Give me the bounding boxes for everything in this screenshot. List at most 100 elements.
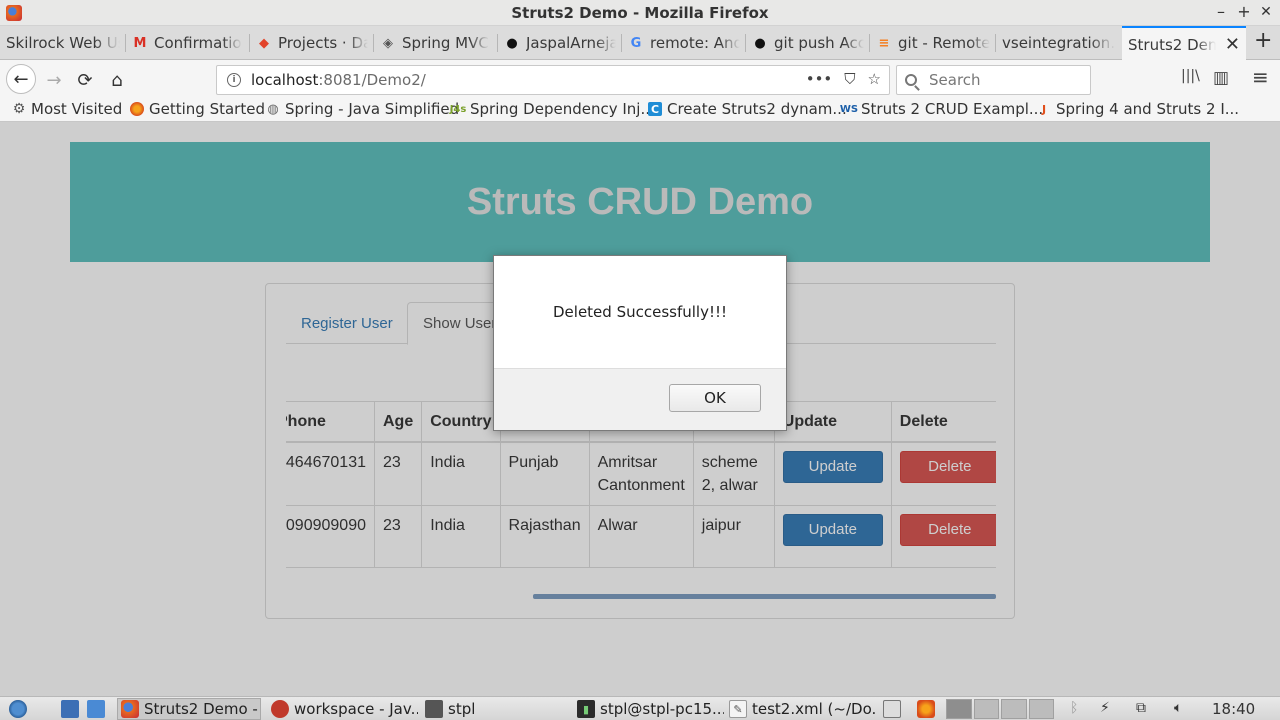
- workspace-3[interactable]: [1001, 699, 1027, 719]
- url-bar[interactable]: i localhost:8081/Demo2/ ••• ⛉ ☆: [216, 65, 890, 95]
- power-icon[interactable]: ⚡: [1100, 700, 1110, 716]
- gear-icon: ⚙: [12, 101, 26, 117]
- bookmark-star-icon[interactable]: ☆: [868, 70, 881, 88]
- google-icon: G: [630, 35, 642, 51]
- url-path: :8081/Demo2/: [318, 71, 426, 89]
- taskbar-window-list[interactable]: [880, 698, 904, 720]
- workspace-pager[interactable]: [946, 699, 1054, 719]
- taskbar-item-label: workspace - Jav...: [294, 700, 418, 718]
- sidebar-icon[interactable]: ▥: [1213, 68, 1229, 88]
- menu-icon[interactable]: ≡: [1252, 65, 1269, 89]
- firefox-icon: [121, 700, 139, 718]
- eclipse-icon: [271, 700, 289, 718]
- taskbar-item-eclipse[interactable]: workspace - Jav...: [268, 698, 418, 720]
- bookmark-getting-started[interactable]: Getting Started: [130, 100, 265, 118]
- tab-skilrock[interactable]: Skilrock Web Us: [0, 26, 126, 60]
- bookmark-spring-di[interactable]: J4s Spring Dependency Inj...: [450, 100, 655, 118]
- tab-projects[interactable]: ◆ Projects · Da: [250, 26, 374, 60]
- network-icon[interactable]: ⧉: [1136, 700, 1146, 716]
- dialog-footer: OK: [494, 368, 786, 430]
- maximize-button[interactable]: +: [1236, 3, 1252, 21]
- c-icon: C: [648, 102, 662, 116]
- tab-label: git push Acc: [774, 34, 864, 52]
- spring-icon: ◈: [383, 35, 393, 51]
- bookmark-label: Struts 2 CRUD Exampl...: [861, 100, 1044, 118]
- forward-button[interactable]: →: [40, 66, 68, 94]
- site-info-icon[interactable]: i: [227, 73, 241, 87]
- alert-dialog: Deleted Successfully!!! OK: [493, 255, 787, 431]
- url-host: localhost: [251, 71, 319, 89]
- show-desktop-button[interactable]: [58, 698, 82, 720]
- ws-icon: WS: [839, 103, 859, 115]
- taskbar-item-editor[interactable]: ✎ test2.xml (~/Do...: [726, 698, 876, 720]
- bookmark-spring-java[interactable]: ◍ Spring - Java Simplified: [266, 100, 459, 118]
- tab-label: Skilrock Web Us: [6, 34, 120, 52]
- taskbar-item-firefox[interactable]: Struts2 Demo - ...: [117, 698, 261, 720]
- home-button[interactable]: ⌂: [103, 66, 131, 94]
- tab-vseintegration[interactable]: vseintegration.: [996, 26, 1122, 60]
- tab-git-remote[interactable]: ≡ git - Remote: [870, 26, 996, 60]
- minimize-button[interactable]: –: [1213, 3, 1229, 21]
- volume-icon[interactable]: 🔈︎: [1174, 700, 1182, 716]
- tab-confirmation[interactable]: M Confirmatio: [126, 26, 250, 60]
- github-icon: ●: [506, 35, 518, 51]
- taskbar-item-label: test2.xml (~/Do...: [752, 700, 876, 718]
- reload-button[interactable]: ⟳: [71, 66, 99, 94]
- taskbar-firefox-launcher[interactable]: [914, 698, 938, 720]
- tab-remote[interactable]: G remote: And: [622, 26, 746, 60]
- terminal-icon: ▮: [577, 700, 595, 718]
- tab-jaspal-arneja[interactable]: ● JaspalArneja: [498, 26, 622, 60]
- settings-launcher[interactable]: [84, 698, 108, 720]
- tab-label: JaspalArneja: [526, 34, 616, 52]
- ok-button[interactable]: OK: [669, 384, 761, 412]
- back-button[interactable]: ←: [6, 64, 36, 94]
- text-editor-icon: ✎: [729, 700, 747, 718]
- bookmark-spring4-struts2[interactable]: J Spring 4 and Struts 2 I...: [1037, 100, 1239, 118]
- taskbar-item-terminal[interactable]: ▮ stpl@stpl-pc15...: [574, 698, 724, 720]
- tab-git-push[interactable]: ● git push Acc: [746, 26, 870, 60]
- tab-close-icon[interactable]: ✕: [1225, 34, 1240, 55]
- search-placeholder: Search: [929, 71, 981, 89]
- bookmark-struts2-crud[interactable]: WS Struts 2 CRUD Exampl...: [839, 100, 1044, 118]
- j-icon: J: [1041, 102, 1047, 116]
- folder-icon: [425, 700, 443, 718]
- page-actions-icon[interactable]: •••: [806, 70, 833, 88]
- bookmark-label: Spring 4 and Struts 2 I...: [1056, 100, 1240, 118]
- workspace-2[interactable]: [973, 699, 999, 719]
- search-input[interactable]: Search: [896, 65, 1091, 95]
- window-titlebar: Struts2 Demo - Mozilla Firefox – + ✕: [0, 0, 1280, 26]
- tab-label: Spring MVC: [402, 34, 489, 52]
- pocket-icon[interactable]: ⛉: [844, 70, 855, 88]
- tab-label: Confirmatio: [154, 34, 242, 52]
- firefox-icon: [130, 102, 144, 116]
- bookmark-label: Getting Started: [149, 100, 265, 118]
- new-tab-button[interactable]: +: [1254, 28, 1272, 53]
- clock[interactable]: 18:40: [1212, 700, 1255, 718]
- firefox-icon: [917, 700, 935, 718]
- tab-label: Projects · Da: [278, 34, 368, 52]
- stackoverflow-icon: ≡: [878, 35, 890, 51]
- library-icon[interactable]: |||\: [1181, 68, 1200, 84]
- start-menu-button[interactable]: [6, 698, 30, 720]
- start-icon: [9, 700, 27, 718]
- taskbar-item-files[interactable]: stpl: [422, 698, 562, 720]
- tab-struts2-demo[interactable]: Struts2 Demo ✕: [1122, 26, 1246, 61]
- bookmarks-toolbar: ⚙ Most Visited Getting Started ◍ Spring …: [0, 98, 1280, 122]
- github-icon: ●: [754, 35, 766, 51]
- bookmark-most-visited[interactable]: ⚙ Most Visited: [12, 100, 123, 118]
- settings-icon: [87, 700, 105, 718]
- workspace-1[interactable]: [946, 699, 972, 719]
- taskbar-item-label: stpl: [448, 700, 476, 718]
- tab-label: Struts2 Demo: [1128, 35, 1216, 54]
- bluetooth-icon[interactable]: ᛒ: [1070, 700, 1078, 716]
- tab-strip: Skilrock Web Us M Confirmatio ◆ Projects…: [0, 26, 1280, 61]
- window-close-button[interactable]: ✕: [1258, 3, 1274, 21]
- workspace-4[interactable]: [1028, 699, 1054, 719]
- tab-label: vseintegration.: [1002, 34, 1116, 52]
- taskbar-item-label: stpl@stpl-pc15...: [600, 700, 724, 718]
- taskbar: Struts2 Demo - ... workspace - Jav... st…: [0, 696, 1280, 720]
- tab-label: remote: And: [650, 34, 740, 52]
- tab-spring-mvc[interactable]: ◈ Spring MVC: [374, 26, 498, 60]
- bookmark-struts2-dynamic[interactable]: C Create Struts2 dynam...: [648, 100, 847, 118]
- gmail-icon: M: [133, 35, 147, 51]
